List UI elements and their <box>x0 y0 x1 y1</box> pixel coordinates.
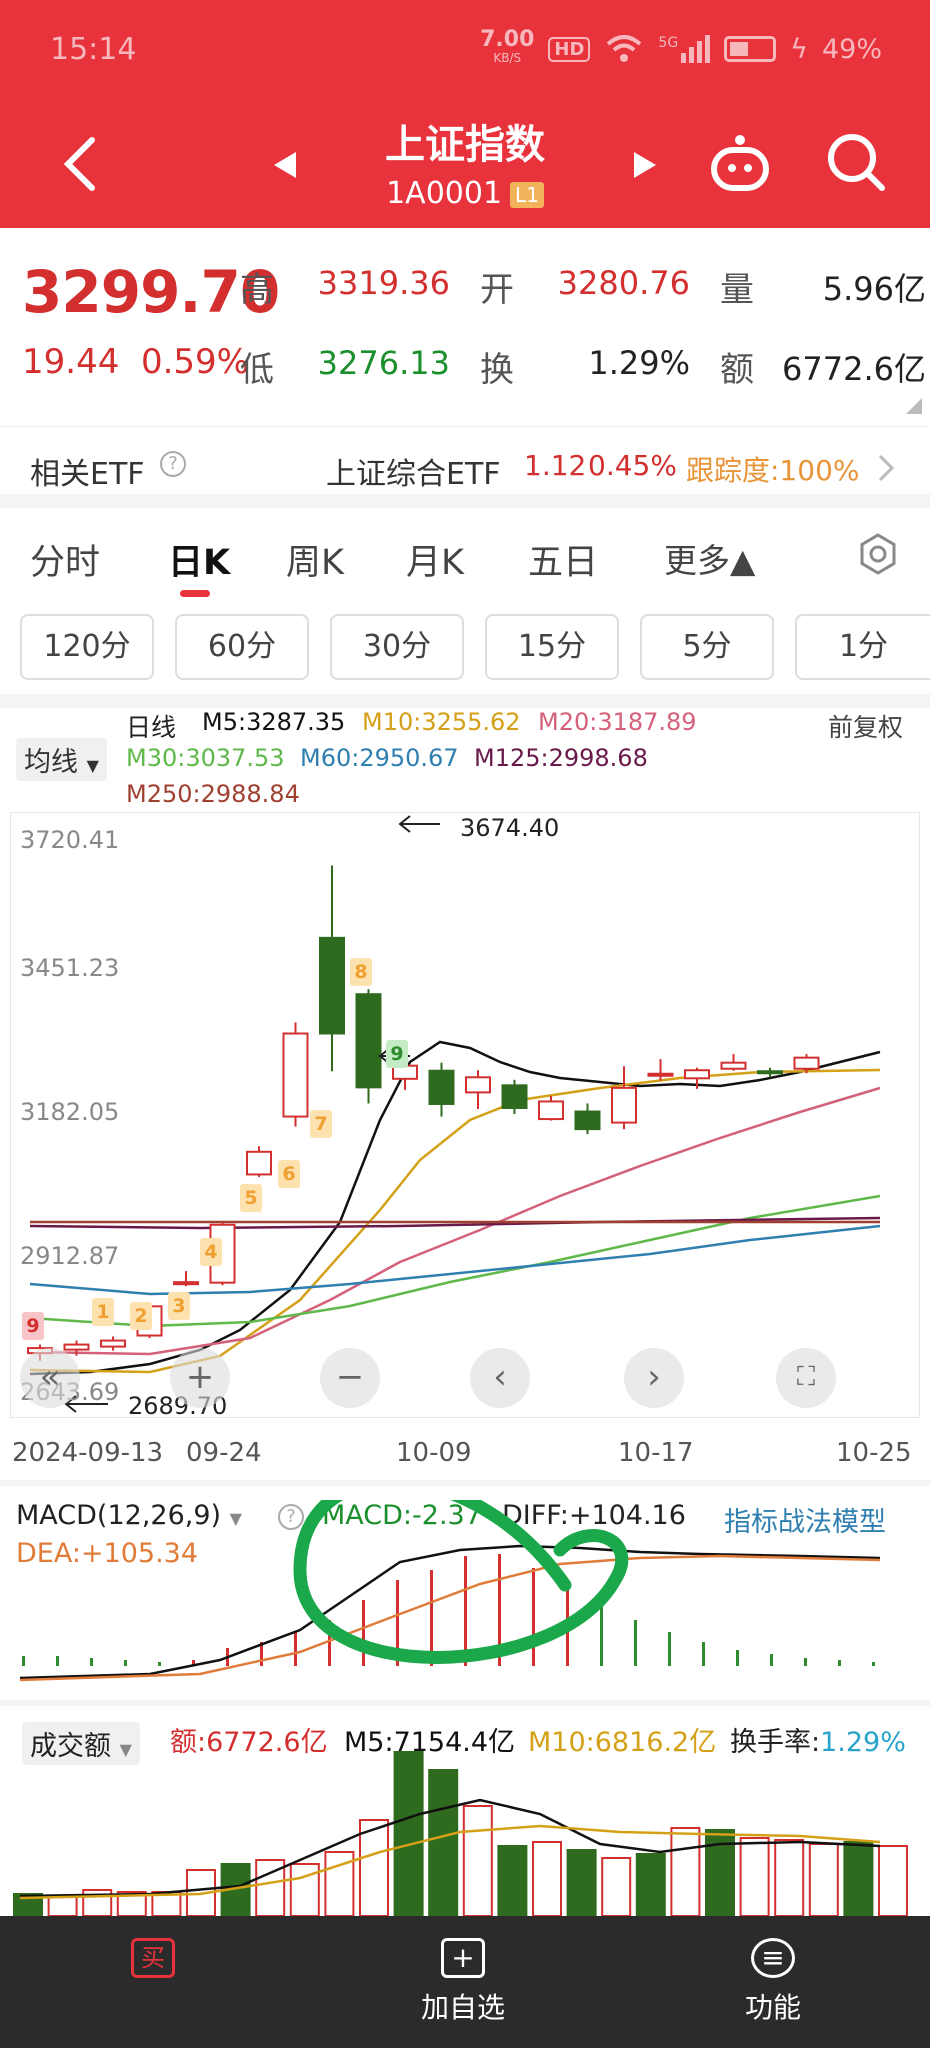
add-watchlist-label: 加自选 <box>420 1991 505 2024</box>
candle <box>465 1076 491 1094</box>
macd-bar <box>362 1600 365 1666</box>
move-left-icon[interactable]: ‹ <box>470 1348 530 1408</box>
macd-bar <box>294 1632 297 1666</box>
volume-bar <box>739 1837 770 1917</box>
kline-canvas <box>27 815 881 1413</box>
candle <box>611 1086 637 1124</box>
zoom-in-icon[interactable]: + <box>170 1348 230 1408</box>
macd-bar <box>702 1642 705 1666</box>
volume-bar <box>532 1841 562 1917</box>
x-tick: 09-24 <box>186 1438 262 1468</box>
y-tick: 3451.23 <box>20 954 120 982</box>
volume-bar <box>808 1843 839 1917</box>
add-watchlist-button[interactable]: + 加自选 <box>388 1938 538 2026</box>
volume-bar <box>289 1863 320 1917</box>
move-right-icon[interactable]: › <box>624 1348 684 1408</box>
macd-bar <box>804 1658 807 1666</box>
macd-bar <box>600 1600 603 1666</box>
volume-bar <box>843 1841 874 1917</box>
macd-bar <box>90 1658 93 1666</box>
volume-bar <box>497 1845 528 1917</box>
td-sequence-label: 5 <box>240 1184 262 1212</box>
y-tick: 3720.41 <box>20 826 120 854</box>
x-tick: 2024-09-13 <box>12 1438 164 1468</box>
function-button[interactable]: ≡ 功能 <box>698 1938 848 2026</box>
macd-bar <box>668 1632 671 1666</box>
volume-bar <box>774 1839 805 1917</box>
volume-bar <box>462 1805 493 1917</box>
macd-bar <box>56 1656 59 1666</box>
volume-bar <box>601 1857 632 1917</box>
divider <box>0 1480 930 1486</box>
buy-button[interactable]: 买 <box>78 1938 228 1986</box>
macd-bar <box>872 1662 875 1666</box>
td-sequence-label: 2 <box>130 1302 152 1330</box>
macd-chart <box>19 1500 881 1682</box>
candle <box>647 1072 674 1077</box>
td-sequence-label: 8 <box>350 958 372 986</box>
volume-bar <box>670 1827 701 1917</box>
candle <box>501 1084 528 1109</box>
candle <box>720 1061 747 1070</box>
candle <box>100 1339 126 1348</box>
bottom-nav: 买 + 加自选 ≡ 功能 <box>0 1916 930 2048</box>
candle <box>793 1056 820 1070</box>
volume-bars <box>13 1751 908 1917</box>
macd-bar <box>158 1662 161 1666</box>
macd-bar <box>736 1650 739 1666</box>
hand-drawn-circle <box>293 1500 629 1664</box>
candle <box>574 1110 601 1131</box>
y-tick: 3182.05 <box>20 1098 120 1126</box>
candle <box>757 1070 783 1075</box>
macd-bar <box>634 1620 637 1666</box>
td-sequence-label: 4 <box>200 1238 222 1266</box>
td-sequence-label: 3 <box>168 1292 190 1320</box>
scroll-left-icon[interactable]: « <box>20 1348 80 1408</box>
td-sequence-label: 9 <box>386 1040 408 1068</box>
macd-bar <box>464 1556 467 1666</box>
volume-bar <box>635 1853 666 1917</box>
candle <box>428 1069 455 1105</box>
candle <box>538 1100 564 1121</box>
candles <box>27 865 820 1361</box>
macd-bar <box>838 1660 841 1666</box>
volume-chart <box>13 1751 908 1917</box>
candle <box>63 1343 90 1351</box>
x-tick: 10-09 <box>396 1438 472 1468</box>
volume-bar <box>428 1769 459 1917</box>
volume-bar <box>359 1819 389 1917</box>
app-root: 15:14 7.00 KB/S HD 5G ϟ 49% 上证指数 1A0001 L… <box>0 0 930 2048</box>
volume-bar <box>566 1849 597 1917</box>
max-label: 3674.40 <box>460 814 560 842</box>
buy-icon: 买 <box>131 1938 175 1978</box>
td-sequence-label: 9 <box>22 1312 44 1340</box>
fullscreen-icon[interactable]: ⛶ <box>776 1348 836 1408</box>
x-tick: 10-25 <box>836 1438 912 1468</box>
macd-bar <box>770 1654 773 1666</box>
zoom-out-icon[interactable]: − <box>320 1348 380 1408</box>
max-arrow-icon <box>398 815 440 833</box>
function-label: 功能 <box>744 1991 801 2024</box>
macd-bar <box>22 1656 25 1666</box>
x-tick: 10-17 <box>618 1438 694 1468</box>
volume-bar <box>47 1895 78 1917</box>
macd-bars <box>22 1554 875 1666</box>
plus-icon: + <box>441 1938 485 1978</box>
td-sequence-label: 1 <box>92 1298 114 1326</box>
macd-bar <box>124 1660 127 1666</box>
menu-icon: ≡ <box>751 1938 795 1978</box>
td-sequence-label: 6 <box>278 1160 300 1188</box>
y-tick: 2912.87 <box>20 1242 120 1270</box>
candle <box>173 1281 199 1286</box>
candle <box>684 1069 710 1080</box>
candle <box>282 1032 309 1118</box>
divider <box>0 1700 930 1706</box>
td-sequence-label: 7 <box>310 1110 332 1138</box>
volume-bar <box>878 1845 908 1917</box>
volume-bar <box>393 1751 424 1917</box>
macd-bar <box>532 1568 535 1666</box>
candle <box>355 993 382 1089</box>
candle <box>319 936 345 1035</box>
candle <box>246 1150 272 1176</box>
